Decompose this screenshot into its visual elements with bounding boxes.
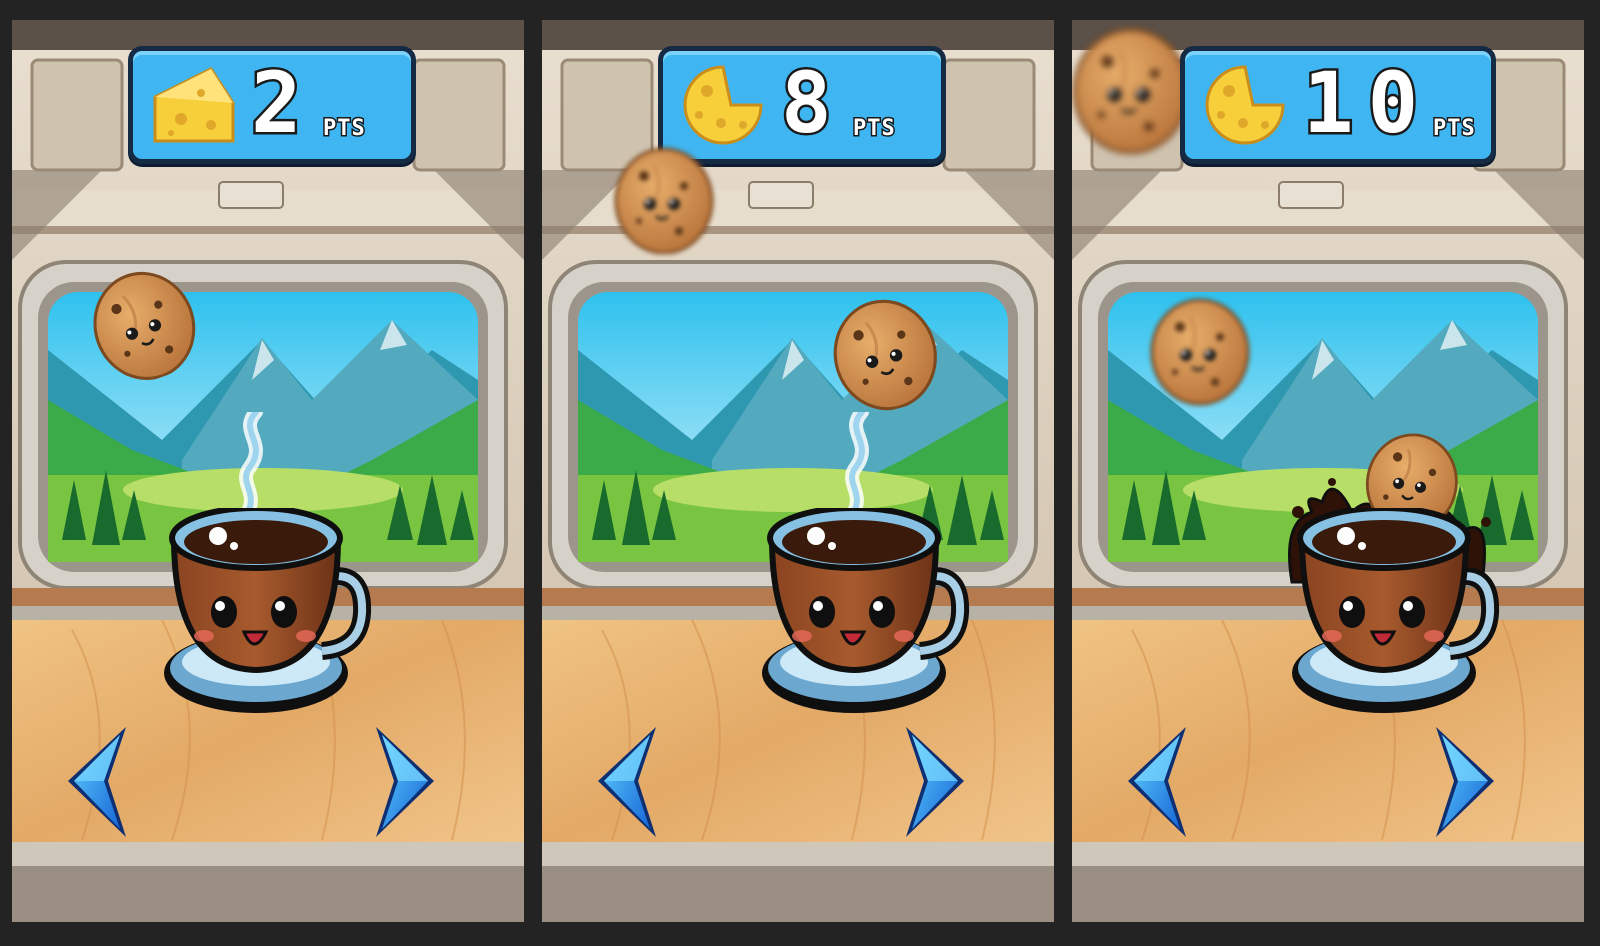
score-value: 10	[1300, 53, 1433, 154]
left-arrow-icon[interactable]	[1108, 723, 1188, 841]
cheese-icon	[153, 67, 235, 143]
coffee-cup-character	[164, 508, 374, 723]
score-unit: PTS	[1432, 115, 1477, 143]
cookie-character	[1150, 298, 1250, 406]
game-frame-3: 10 PTS	[1072, 20, 1584, 922]
score-value: 2	[249, 53, 316, 154]
game-frame-1: 2 PTS	[12, 20, 524, 922]
right-arrow-icon[interactable]	[904, 723, 984, 841]
steam	[238, 412, 278, 522]
score-unit: PTS	[852, 115, 897, 143]
score-unit: PTS	[322, 115, 367, 143]
game-frame-2: 8 PTS	[542, 20, 1054, 922]
coffee-cup-character	[762, 508, 972, 723]
left-arrow-icon[interactable]	[578, 723, 658, 841]
score-display: 2 PTS	[128, 46, 416, 164]
score-display: 10 PTS	[1180, 46, 1496, 164]
right-arrow-icon[interactable]	[374, 723, 454, 841]
cheese-icon	[683, 65, 763, 145]
cheese-icon	[1205, 65, 1285, 145]
score-value: 8	[779, 53, 846, 154]
cookie-character	[1072, 28, 1190, 155]
coffee-cup-character	[1292, 508, 1502, 723]
left-arrow-icon[interactable]	[48, 723, 128, 841]
cookie-character	[614, 147, 714, 254]
right-arrow-icon[interactable]	[1434, 723, 1514, 841]
steam	[844, 412, 884, 522]
